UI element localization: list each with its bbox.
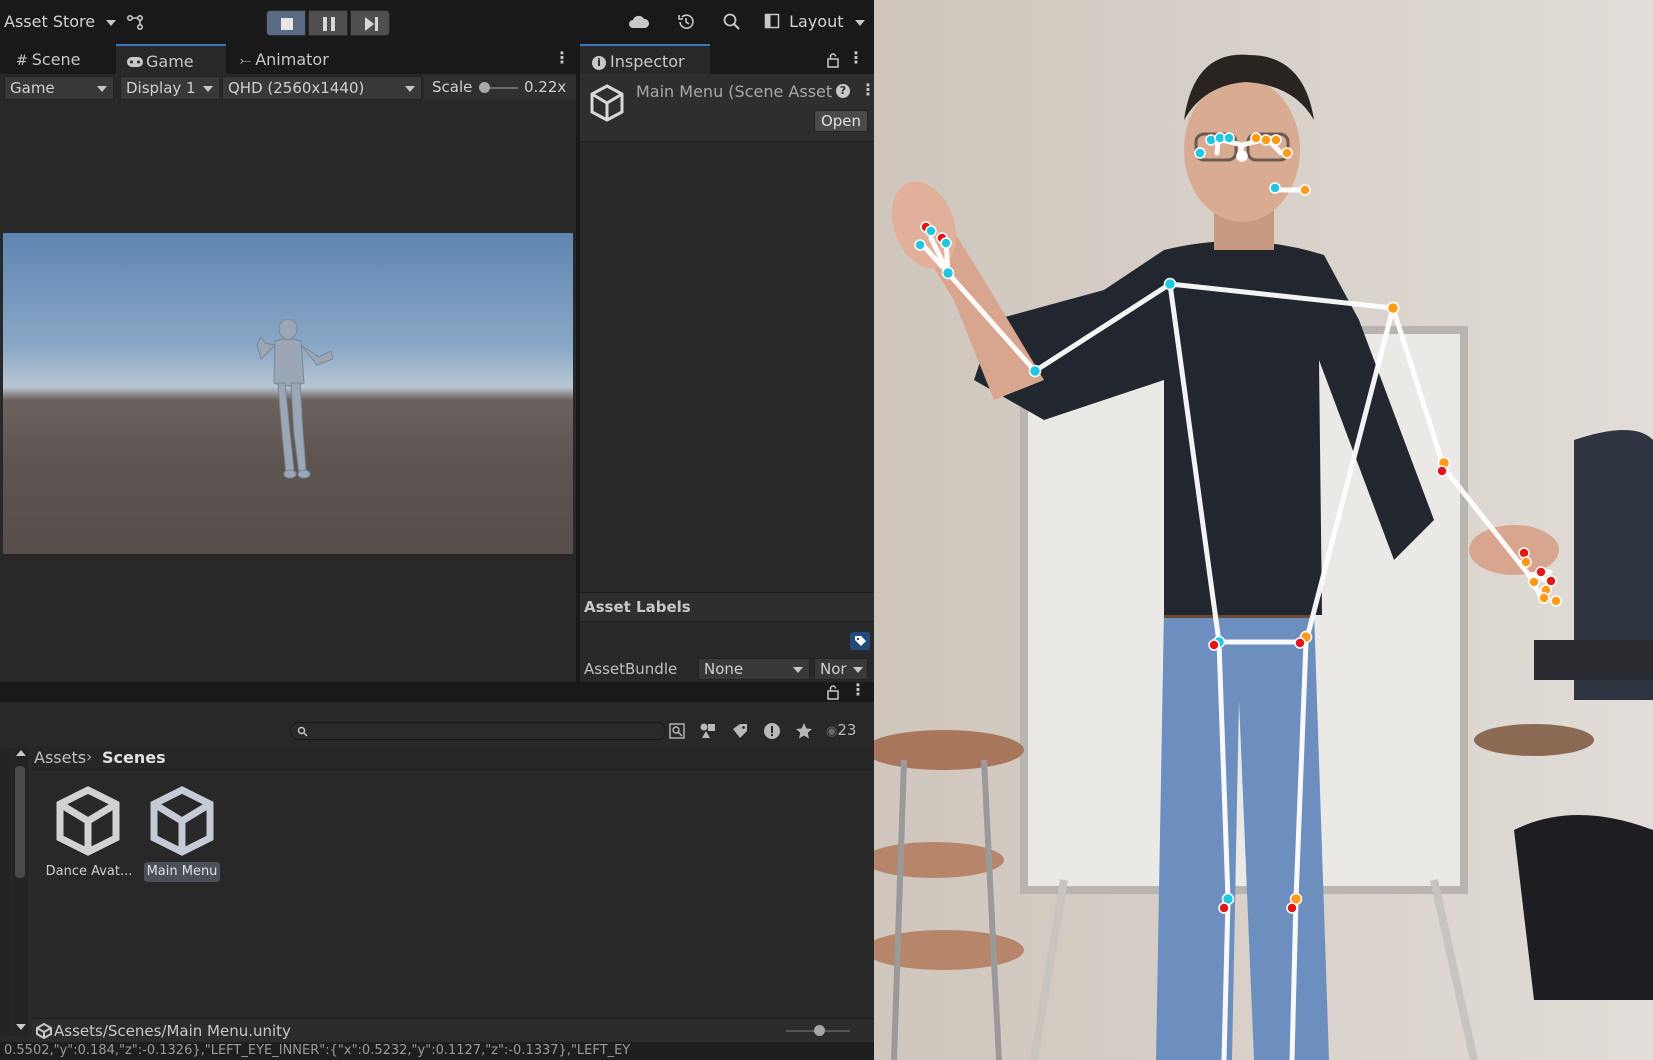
selected-asset-path: Assets/Scenes/Main Menu.unity: [54, 1022, 291, 1040]
animator-icon: ⤚: [240, 53, 252, 69]
main-toolbar: Asset Store Layout: [0, 0, 874, 44]
game-view-panel: Game Display 1 QHD (2560x1440) Scale 0.2…: [0, 74, 576, 682]
label-tag-button[interactable]: [850, 632, 870, 650]
breadcrumb-root[interactable]: Assets: [34, 748, 86, 767]
open-button[interactable]: Open: [814, 110, 868, 132]
game-viewport[interactable]: [3, 233, 573, 554]
search-input[interactable]: [290, 722, 666, 740]
hidden-count: 23: [837, 721, 857, 739]
inspector-title: Main Menu (Scene Asset: [636, 82, 833, 101]
more-options-icon[interactable]: ⋮: [554, 48, 570, 67]
tab-scene[interactable]: # Scene: [6, 44, 110, 74]
scale-slider-handle[interactable]: [479, 82, 490, 93]
scale-control: Scale 0.22x: [424, 76, 576, 100]
inspector-panel: Main Menu (Scene Asset ? ⋮ Open Asset La…: [580, 74, 876, 682]
icon-size-slider-handle[interactable]: [814, 1025, 825, 1036]
asset-labels-title: Asset Labels: [584, 598, 691, 616]
breadcrumb: Assets › Scenes: [32, 746, 874, 770]
inspector-header: Main Menu (Scene Asset ? ⋮ Open: [580, 74, 876, 142]
layout-menu[interactable]: Layout: [764, 12, 865, 31]
assetbundle-label: AssetBundle: [584, 660, 678, 678]
step-button[interactable]: [350, 10, 390, 36]
asset-store-label: Asset Store: [4, 12, 96, 31]
grid-icon: #: [16, 53, 28, 69]
assetbundle-variant-dropdown[interactable]: Nor: [814, 658, 868, 680]
chevron-down-icon: [854, 19, 865, 26]
help-icon[interactable]: ?: [836, 84, 850, 98]
version-control-icon[interactable]: [126, 13, 144, 31]
search-icon: [297, 726, 308, 737]
camera-feed: [874, 0, 1653, 1060]
assetbundle-dropdown[interactable]: None: [698, 658, 810, 680]
unity-scene-icon: [56, 786, 120, 856]
info-icon: i: [592, 56, 606, 70]
chevron-right-icon: ›: [86, 747, 93, 766]
console-last-message[interactable]: 0.5502,"y":0.184,"z":-0.1326},"LEFT_EYE_…: [4, 1043, 630, 1058]
folder-tree-edge: [0, 748, 11, 1036]
pause-button[interactable]: [308, 10, 348, 36]
stop-icon: [281, 18, 293, 30]
asset-store-menu[interactable]: Asset Store: [4, 12, 117, 31]
more-options-icon[interactable]: ⋮: [850, 680, 866, 699]
unity-scene-icon: [150, 786, 214, 856]
filter-by-type-icon[interactable]: [698, 721, 718, 741]
scene-asset-icon: [590, 84, 624, 122]
lock-icon[interactable]: [826, 684, 840, 700]
avatar-figure: [256, 318, 334, 479]
asset-labels-header[interactable]: Asset Labels: [580, 592, 874, 622]
layout-label: Layout: [789, 12, 844, 31]
unity-scene-icon: [36, 1023, 52, 1039]
tab-game[interactable]: Game: [116, 44, 226, 74]
scale-value: 0.22x: [524, 78, 567, 96]
history-icon[interactable]: [676, 12, 696, 32]
gamepad-icon: [127, 57, 143, 67]
inspector-tab-bar: i Inspector ⋮: [580, 44, 874, 74]
hidden-packages-toggle[interactable]: ◉23: [826, 721, 856, 739]
chevron-down-icon: [106, 19, 117, 26]
project-panel: ◉23 Assets › Scenes Dance Avat... Main M…: [0, 702, 874, 1042]
folder-tree-scrollbar[interactable]: [12, 748, 28, 1036]
scrollbar-thumb[interactable]: [15, 766, 25, 878]
favorite-star-icon[interactable]: [794, 721, 814, 741]
display-dropdown[interactable]: Display 1: [120, 76, 220, 100]
asset-item-main-menu[interactable]: Main Menu: [140, 784, 224, 884]
warning-filter-icon[interactable]: [762, 721, 782, 741]
asset-item-dance-avatar[interactable]: Dance Avat...: [44, 784, 134, 884]
breadcrumb-current[interactable]: Scenes: [102, 748, 166, 767]
step-icon: [365, 17, 374, 31]
search-icon[interactable]: [722, 12, 742, 32]
scroll-down-icon[interactable]: [16, 1024, 26, 1030]
more-options-icon[interactable]: ⋮: [848, 48, 864, 67]
tag-icon: [855, 636, 866, 646]
scale-label: Scale: [432, 78, 473, 96]
resolution-dropdown[interactable]: QHD (2560x1440): [222, 76, 422, 100]
lock-icon[interactable]: [826, 52, 840, 68]
chevron-down-icon: [203, 86, 213, 92]
asset-label: Main Menu: [144, 862, 220, 882]
asset-label: Dance Avat...: [45, 864, 133, 879]
eye-icon: ◉: [826, 724, 838, 739]
tab-animator[interactable]: ⤚ Animator: [232, 44, 356, 74]
chevron-down-icon: [97, 86, 107, 92]
pause-icon: [323, 17, 327, 31]
chevron-down-icon: [405, 86, 415, 92]
layout-icon: [764, 13, 780, 29]
chevron-down-icon: [853, 667, 863, 673]
chevron-down-icon: [793, 667, 803, 673]
game-mode-dropdown[interactable]: Game: [4, 76, 114, 100]
scroll-up-icon[interactable]: [16, 750, 26, 756]
project-toolbar: ◉23: [0, 716, 874, 746]
filter-by-label-icon[interactable]: [730, 721, 750, 741]
project-tab-bar: ⋮: [0, 680, 874, 702]
play-stop-button[interactable]: [266, 10, 306, 36]
project-status-bar: Assets/Scenes/Main Menu.unity: [32, 1018, 874, 1042]
search-by-type-icon[interactable]: [668, 722, 686, 740]
pose-overlay-image: [874, 0, 1653, 1060]
game-tab-bar: # Scene Game ⤚ Animator ⋮: [0, 44, 576, 74]
tab-inspector[interactable]: i Inspector: [580, 44, 710, 74]
cloud-icon[interactable]: [628, 13, 650, 31]
console-status-bar: 0.5502,"y":0.184,"z":-0.1326},"LEFT_EYE_…: [0, 1042, 874, 1060]
